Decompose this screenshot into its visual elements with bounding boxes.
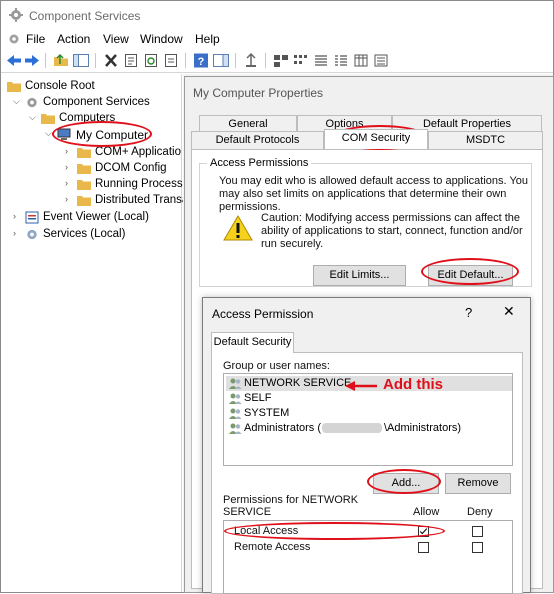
toolbar-separator: [185, 53, 186, 68]
folder-icon: [7, 82, 21, 92]
list-item-self[interactable]: SELF: [226, 391, 512, 406]
console-tree: Console Root ⌵ Component Services ⌵ Comp…: [1, 74, 189, 592]
gear-icon: [27, 97, 37, 108]
list-item-system[interactable]: SYSTEM: [226, 406, 512, 421]
folder-icon: [77, 180, 91, 190]
highlight-edit-default: [421, 258, 519, 285]
user-group-icon: [229, 393, 242, 404]
menu-window[interactable]: Window: [140, 32, 183, 46]
allow-column-header: Allow: [413, 506, 440, 518]
menu-file[interactable]: File: [26, 32, 45, 46]
up-folder-icon[interactable]: [52, 52, 70, 69]
highlight-add-button: [367, 469, 441, 494]
chevron-right-icon[interactable]: ›: [65, 162, 75, 174]
back-arrow-icon[interactable]: [5, 52, 23, 69]
toolbar: ?: [1, 49, 553, 73]
close-icon[interactable]: ✕: [503, 303, 515, 320]
com-view-icon[interactable]: [372, 52, 390, 69]
user-group-icon: [229, 423, 242, 434]
access-permissions-description: You may edit who is allowed default acce…: [219, 175, 529, 213]
system-menu-icon[interactable]: [7, 32, 21, 46]
folder-icon: [77, 196, 91, 206]
tab-default-security[interactable]: Default Security: [211, 332, 294, 353]
services-gear-icon: [27, 229, 37, 240]
user-group-icon: [229, 378, 242, 389]
toolbar-separator: [45, 53, 46, 68]
svg-text:?: ?: [198, 56, 205, 68]
chevron-right-icon[interactable]: ›: [13, 228, 23, 240]
remote-access-deny-checkbox[interactable]: [472, 542, 483, 553]
deny-column-header: Deny: [467, 506, 493, 518]
red-arrow-left-icon: [345, 381, 377, 391]
action-pane-icon[interactable]: [212, 52, 230, 69]
chevron-right-icon[interactable]: ›: [65, 178, 75, 190]
spin-icon[interactable]: [242, 52, 260, 69]
tab-msdtc[interactable]: MSDTC: [428, 131, 543, 149]
help-icon[interactable]: ?: [192, 52, 210, 69]
menu-view[interactable]: View: [103, 32, 129, 46]
small-icons-icon[interactable]: [292, 52, 310, 69]
show-hide-tree-icon[interactable]: [72, 52, 90, 69]
forward-arrow-icon[interactable]: [23, 52, 41, 69]
detail-view-icon[interactable]: [332, 52, 350, 69]
edit-limits-button[interactable]: Edit Limits...: [313, 265, 406, 286]
chevron-down-icon[interactable]: ⌵: [13, 96, 23, 108]
access-permissions-label: Access Permissions: [207, 157, 312, 169]
caution-text: Caution: Modifying access permissions ca…: [261, 212, 523, 250]
large-icons-icon[interactable]: [272, 52, 290, 69]
folder-icon: [77, 164, 91, 174]
remote-access-allow-checkbox[interactable]: [418, 542, 429, 553]
annotation-add-this: Add this: [383, 376, 443, 393]
chevron-down-icon[interactable]: ⌵: [29, 112, 39, 124]
remove-button[interactable]: Remove: [445, 473, 511, 494]
permissions-for-label-user: SERVICE: [223, 506, 272, 518]
list-item-administrators[interactable]: Administrators ( \Administrators): [226, 421, 512, 436]
properties-icon[interactable]: [122, 52, 140, 69]
help-button[interactable]: ?: [465, 305, 472, 320]
delete-icon[interactable]: [102, 52, 120, 69]
menu-action[interactable]: Action: [57, 32, 90, 46]
toolbar-separator: [95, 53, 96, 68]
warning-icon: [223, 215, 253, 241]
chevron-right-icon[interactable]: ›: [65, 146, 75, 158]
tab-default-protocols[interactable]: Default Protocols: [191, 131, 324, 149]
redacted-domain: [322, 423, 382, 433]
local-access-deny-checkbox[interactable]: [472, 526, 483, 537]
dialog-title: Access Permission: [212, 307, 314, 321]
permission-row-remote-access: Remote Access: [230, 541, 510, 555]
highlight-my-computer: [52, 121, 152, 147]
tab-com-security[interactable]: COM Security: [324, 129, 428, 149]
list-view-icon[interactable]: [312, 52, 330, 69]
window-title: Component Services: [29, 9, 141, 23]
access-permission-dialog: Access Permission ? ✕ Default Security G…: [202, 297, 531, 594]
folder-icon: [77, 148, 91, 158]
dialog-title: My Computer Properties: [193, 86, 324, 100]
export-list-icon[interactable]: [162, 52, 180, 69]
refresh-icon[interactable]: [142, 52, 160, 69]
status-view-icon[interactable]: [352, 52, 370, 69]
folder-icon: [41, 114, 55, 124]
event-viewer-icon: [25, 211, 39, 224]
highlight-local-access: [224, 522, 445, 540]
chevron-right-icon[interactable]: ›: [13, 211, 23, 223]
component-services-icon: [9, 8, 23, 22]
group-user-names-label: Group or user names:: [223, 360, 330, 372]
menu-bar: File Action View Window Help: [1, 29, 553, 49]
toolbar-separator: [235, 53, 236, 68]
administrators-suffix: \Administrators): [384, 422, 462, 434]
toolbar-separator: [265, 53, 266, 68]
title-bar: Component Services: [1, 1, 553, 29]
menu-help[interactable]: Help: [195, 32, 220, 46]
user-group-icon: [229, 408, 242, 419]
chevron-right-icon[interactable]: ›: [65, 194, 75, 206]
